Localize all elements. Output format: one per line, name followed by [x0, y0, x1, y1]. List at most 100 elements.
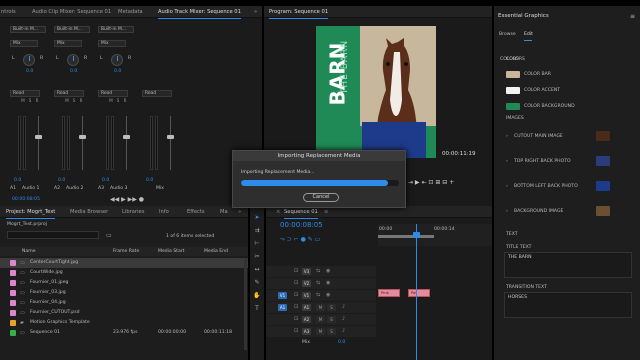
sync-icon[interactable]: ⇆ [316, 292, 320, 298]
program-transport-controls[interactable]: ⇥ ▶ ⇤ ⊡ ⊞ ⊟ + [408, 179, 454, 186]
volume-fader[interactable] [35, 135, 42, 139]
column-media-end[interactable]: Media End [204, 249, 228, 254]
automation-select[interactable]: Read [98, 90, 128, 97]
project-menu-icon[interactable]: » [238, 209, 241, 215]
tab-media-browser[interactable]: Media Browser [70, 209, 108, 215]
volume-value[interactable]: 0.0 [146, 178, 153, 183]
lock-icon[interactable]: ⊡ [294, 280, 298, 286]
eye-icon[interactable]: ◉ [326, 268, 330, 274]
track-s-button[interactable]: S [327, 328, 336, 335]
tab-info[interactable]: Info [159, 209, 169, 215]
sync-icon[interactable]: ⇆ [316, 280, 320, 286]
track-m-button[interactable]: M [316, 316, 325, 323]
track-r-button[interactable]: R [122, 98, 128, 104]
pan-value[interactable]: 0.0 [26, 69, 33, 74]
pan-knob[interactable] [111, 54, 123, 66]
lock-icon[interactable]: ⊡ [294, 304, 298, 310]
mix-select[interactable]: Mix [98, 40, 126, 47]
play-button[interactable]: ◀◀ ▶ ▶▶ ● [110, 196, 144, 203]
track-target[interactable]: V3 [302, 268, 311, 275]
voiceover-icon[interactable]: ♪ [342, 328, 345, 334]
timeline-clip-pat[interactable]: Pat [408, 289, 430, 297]
track-target[interactable]: A3 [302, 328, 311, 335]
image-thumbnail[interactable] [596, 131, 610, 141]
project-item[interactable]: ▭ Fournier_01.jpeg [0, 278, 248, 288]
image-row[interactable]: › BACKGROUND IMAGE [494, 205, 640, 219]
eye-icon[interactable]: ◉ [326, 292, 330, 298]
tab-sequence-01[interactable]: Sequence 01 [284, 209, 318, 219]
track-m-button[interactable]: M [316, 328, 325, 335]
track-s-button[interactable]: S [27, 98, 33, 104]
ripple-edit-icon[interactable]: ⊢ [253, 240, 261, 248]
tab-controls[interactable]: ntrols [1, 9, 16, 15]
tab-metadata[interactable]: Metadata [118, 9, 143, 15]
pan-knob[interactable] [23, 54, 35, 66]
voiceover-icon[interactable]: ♪ [342, 316, 345, 322]
volume-fader[interactable] [123, 135, 130, 139]
lock-icon[interactable]: ⊡ [294, 316, 298, 322]
timeline-ruler[interactable]: 00:00 00:00:14 [378, 224, 492, 246]
project-item[interactable]: ▭ CenterCourtTight.jpg [0, 258, 248, 268]
automation-select[interactable]: Read [142, 90, 172, 97]
automation-select[interactable]: Read [54, 90, 84, 97]
tab-markers[interactable]: Ma [220, 209, 228, 215]
razor-tool-icon[interactable]: ✂ [253, 253, 261, 261]
lock-icon[interactable]: ⊡ [294, 328, 298, 334]
tab-edit[interactable]: Edit [524, 32, 533, 37]
source-patch[interactable]: V1 [278, 292, 287, 299]
project-item[interactable]: ▭ Fournier_CUTOUT.psd [0, 308, 248, 318]
timeline-clip-pink[interactable]: Pink [378, 289, 400, 297]
chevron-right-icon[interactable]: › [506, 209, 508, 214]
voiceover-icon[interactable]: ♪ [342, 304, 345, 310]
title-text-field[interactable]: THE BARN [504, 252, 632, 278]
project-scrollbar[interactable] [244, 258, 247, 350]
tab-audio-clip-mixer[interactable]: Audio Clip Mixer: Sequence 01 [32, 9, 111, 15]
volume-value[interactable]: 0.0 [58, 178, 65, 183]
lock-icon[interactable]: ⊡ [294, 268, 298, 274]
image-row[interactable]: › BOTTOM LEFT BACK PHOTO [494, 180, 640, 194]
track-m-button[interactable]: M [316, 304, 325, 311]
pen-tool-icon[interactable]: ✎ [253, 279, 261, 287]
slip-tool-icon[interactable]: ↔ [253, 266, 261, 274]
track-target[interactable]: V2 [302, 280, 311, 287]
tab-browse[interactable]: Browse [499, 32, 516, 37]
chevron-right-icon[interactable]: › [506, 134, 508, 139]
eg-menu-icon[interactable]: ≡ [630, 13, 635, 20]
timeline-tool-icons[interactable]: ⤳ ⊃ ⌐ ● ✎ ▭ [280, 236, 320, 244]
track-m-button[interactable]: M [64, 98, 70, 104]
track-target[interactable]: V1 [302, 292, 311, 299]
pan-value[interactable]: 0.0 [70, 69, 77, 74]
mix-select[interactable]: Mix [10, 40, 38, 47]
tab-audio-track-mixer[interactable]: Audio Track Mixer: Sequence 01 [158, 9, 241, 19]
playhead-handle[interactable] [413, 232, 420, 238]
track-r-button[interactable]: R [78, 98, 84, 104]
project-item[interactable]: ▭ CourtWide.jpg [0, 268, 248, 278]
column-media-start[interactable]: Media Start [158, 249, 184, 254]
track-m-button[interactable]: M [108, 98, 114, 104]
panel-menu-icon[interactable]: » [254, 9, 257, 15]
project-item[interactable]: ▭ Sequence 01 23.976 fps 00:00:00:00 00:00:1… [0, 328, 248, 338]
eye-icon[interactable]: ◉ [326, 280, 330, 286]
pan-value[interactable]: 0.0 [114, 69, 121, 74]
chevron-right-icon[interactable]: › [506, 184, 508, 189]
volume-fader[interactable] [79, 135, 86, 139]
mix-value[interactable]: 0.0 [338, 340, 345, 345]
project-item[interactable]: ▭ Fournier_03.jpg [0, 288, 248, 298]
playhead[interactable] [416, 224, 417, 360]
project-item[interactable]: ▰ Motion Graphics Template [0, 318, 248, 328]
track-r-button[interactable]: R [34, 98, 40, 104]
track-m-button[interactable]: M [20, 98, 26, 104]
project-item[interactable]: ▭ Fournier_04.jpg [0, 298, 248, 308]
lock-icon[interactable]: ⊡ [294, 292, 298, 298]
track-s-button[interactable]: S [327, 304, 336, 311]
input-select[interactable]: Built-in M... [10, 26, 46, 33]
track-s-button[interactable]: S [71, 98, 77, 104]
track-s-button[interactable]: S [327, 316, 336, 323]
track-s-button[interactable]: S [115, 98, 121, 104]
column-frame-rate[interactable]: Frame Rate [113, 249, 139, 254]
mix-select[interactable]: Mix [54, 40, 82, 47]
track-select-icon[interactable]: ⇉ [253, 227, 261, 235]
transition-text-field[interactable]: HORSES [504, 292, 632, 318]
tab-libraries[interactable]: Libraries [122, 209, 144, 215]
input-select[interactable]: Built-in M... [98, 26, 134, 33]
